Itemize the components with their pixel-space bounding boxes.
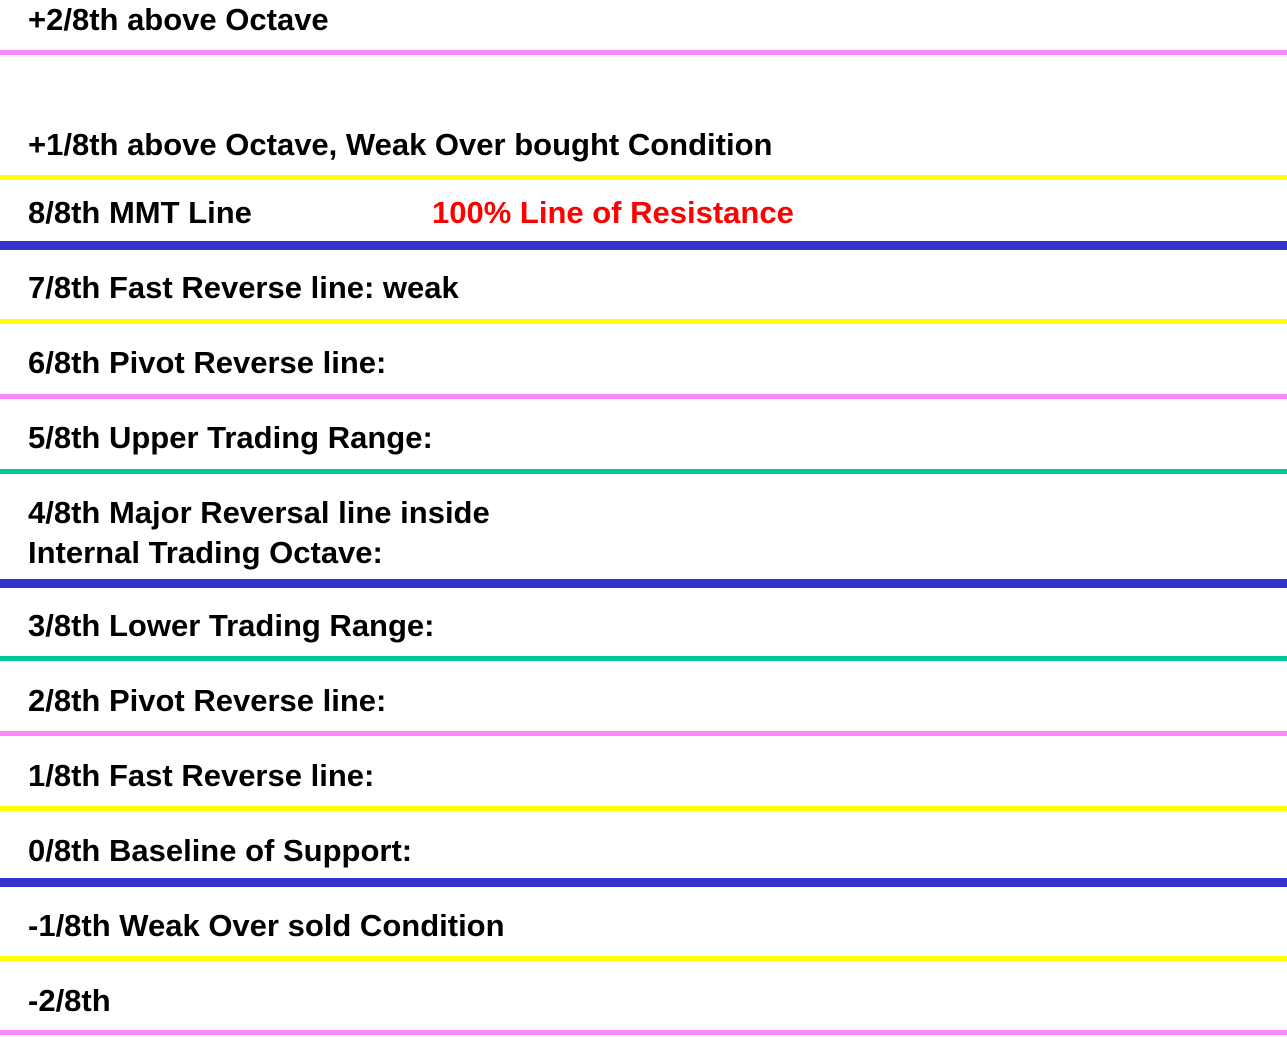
level-plus2-label: +2/8th above Octave [28,2,329,37]
level-1-line [0,806,1287,811]
level-minus1-label: -1/8th Weak Over sold Condition [28,908,505,943]
level-0-label: 0/8th Baseline of Support: [28,833,413,868]
level-1-label: 1/8th Fast Reverse line: [28,758,375,793]
level-3-label: 3/8th Lower Trading Range: [28,608,435,643]
level-4-label-line2: Internal Trading Octave: [28,535,383,570]
level-plus1-line [0,175,1287,180]
level-5-line [0,469,1287,474]
level-7-line [0,319,1287,324]
level-minus2-line [0,1030,1287,1035]
level-minus1-line [0,956,1287,961]
resistance-note: 100% Line of Resistance [432,195,794,230]
level-8-label: 8/8th MMT Line [28,195,252,230]
level-2-line [0,731,1287,736]
level-4-line [0,579,1287,588]
level-4-label: 4/8th Major Reversal line inside [28,495,490,530]
level-0-line [0,878,1287,887]
level-minus2-label: -2/8th [28,983,111,1018]
level-7-label: 7/8th Fast Reverse line: weak [28,270,459,305]
level-3-line [0,656,1287,661]
level-plus1-label: +1/8th above Octave, Weak Over bought Co… [28,127,773,162]
level-5-label: 5/8th Upper Trading Range: [28,420,433,455]
level-2-label: 2/8th Pivot Reverse line: [28,683,387,718]
level-8-line [0,241,1287,250]
level-plus2-line [0,50,1287,55]
level-6-label: 6/8th Pivot Reverse line: [28,345,387,380]
level-6-line [0,394,1287,399]
